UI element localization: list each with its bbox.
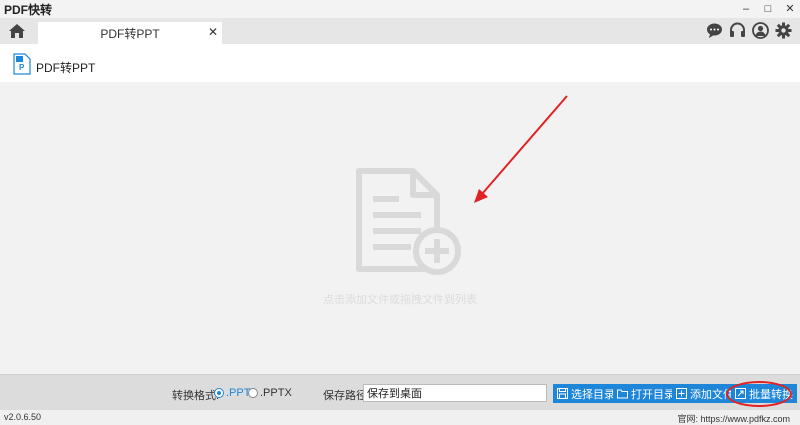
file-drop-zone[interactable]: 点击添加文件或拖拽文件到列表 bbox=[0, 82, 800, 374]
version-label: v2.0.6.50 bbox=[4, 412, 42, 422]
save-icon bbox=[557, 388, 568, 399]
drop-hint: 点击添加文件或拖拽文件到列表 bbox=[323, 294, 477, 306]
convert-icon bbox=[735, 388, 746, 399]
home-icon[interactable] bbox=[8, 22, 26, 40]
app-title: PDF快转 bbox=[4, 2, 53, 17]
website-link[interactable]: 官网: https://www.pdfkz.com bbox=[677, 412, 790, 425]
open-directory-button[interactable]: 打开目录 bbox=[613, 384, 679, 403]
save-path-input[interactable] bbox=[363, 384, 547, 402]
header-icons bbox=[706, 22, 792, 39]
plus-icon bbox=[676, 388, 687, 399]
gear-icon[interactable] bbox=[775, 22, 792, 39]
add-file-icon[interactable] bbox=[355, 167, 463, 277]
tab-close-icon[interactable]: ✕ bbox=[208, 25, 218, 39]
tab-bar: PDF转PPT ✕ bbox=[0, 18, 800, 44]
format-option-label: .PPT bbox=[226, 387, 251, 399]
button-label: 打开目录 bbox=[631, 388, 675, 401]
ppt-file-icon: P bbox=[13, 53, 31, 75]
folder-icon bbox=[617, 389, 628, 399]
maximize-button[interactable]: □ bbox=[762, 2, 774, 16]
bottom-toolbar: 转换格式: .PPT .PPTX 保存路径: 选择目录 打开目录 添加文件 bbox=[0, 374, 800, 410]
window-controls: – □ ✕ bbox=[740, 0, 796, 18]
minimize-button[interactable]: – bbox=[740, 2, 752, 16]
user-icon[interactable] bbox=[752, 22, 769, 39]
format-label: 转换格式: bbox=[172, 390, 220, 402]
button-label: 批量转换 bbox=[749, 388, 793, 401]
tab-pdf-to-ppt[interactable]: PDF转PPT ✕ bbox=[38, 22, 222, 44]
format-radio-ppt[interactable]: .PPT bbox=[214, 387, 250, 399]
headset-icon[interactable] bbox=[729, 22, 746, 39]
batch-convert-button[interactable]: 批量转换 bbox=[731, 384, 797, 403]
add-file-button[interactable]: 添加文件 bbox=[672, 384, 738, 403]
function-header: P PDF转PPT bbox=[0, 44, 800, 82]
title-bar: PDF快转 – □ ✕ bbox=[0, 0, 800, 18]
radio-dot[interactable] bbox=[248, 388, 258, 398]
format-radio-pptx[interactable]: .PPTX bbox=[248, 387, 292, 399]
format-option-label: .PPTX bbox=[260, 387, 292, 399]
svg-text:P: P bbox=[19, 63, 25, 72]
chat-icon[interactable] bbox=[706, 22, 723, 39]
button-label: 添加文件 bbox=[690, 388, 734, 401]
status-bar: v2.0.6.50 官网: https://www.pdfkz.com bbox=[0, 410, 800, 425]
radio-dot[interactable] bbox=[214, 388, 224, 398]
tab-label: PDF转PPT bbox=[100, 26, 160, 41]
close-button[interactable]: ✕ bbox=[784, 2, 796, 16]
button-label: 选择目录 bbox=[571, 388, 615, 401]
select-directory-button[interactable]: 选择目录 bbox=[553, 384, 619, 403]
function-title: PDF转PPT bbox=[36, 61, 96, 75]
